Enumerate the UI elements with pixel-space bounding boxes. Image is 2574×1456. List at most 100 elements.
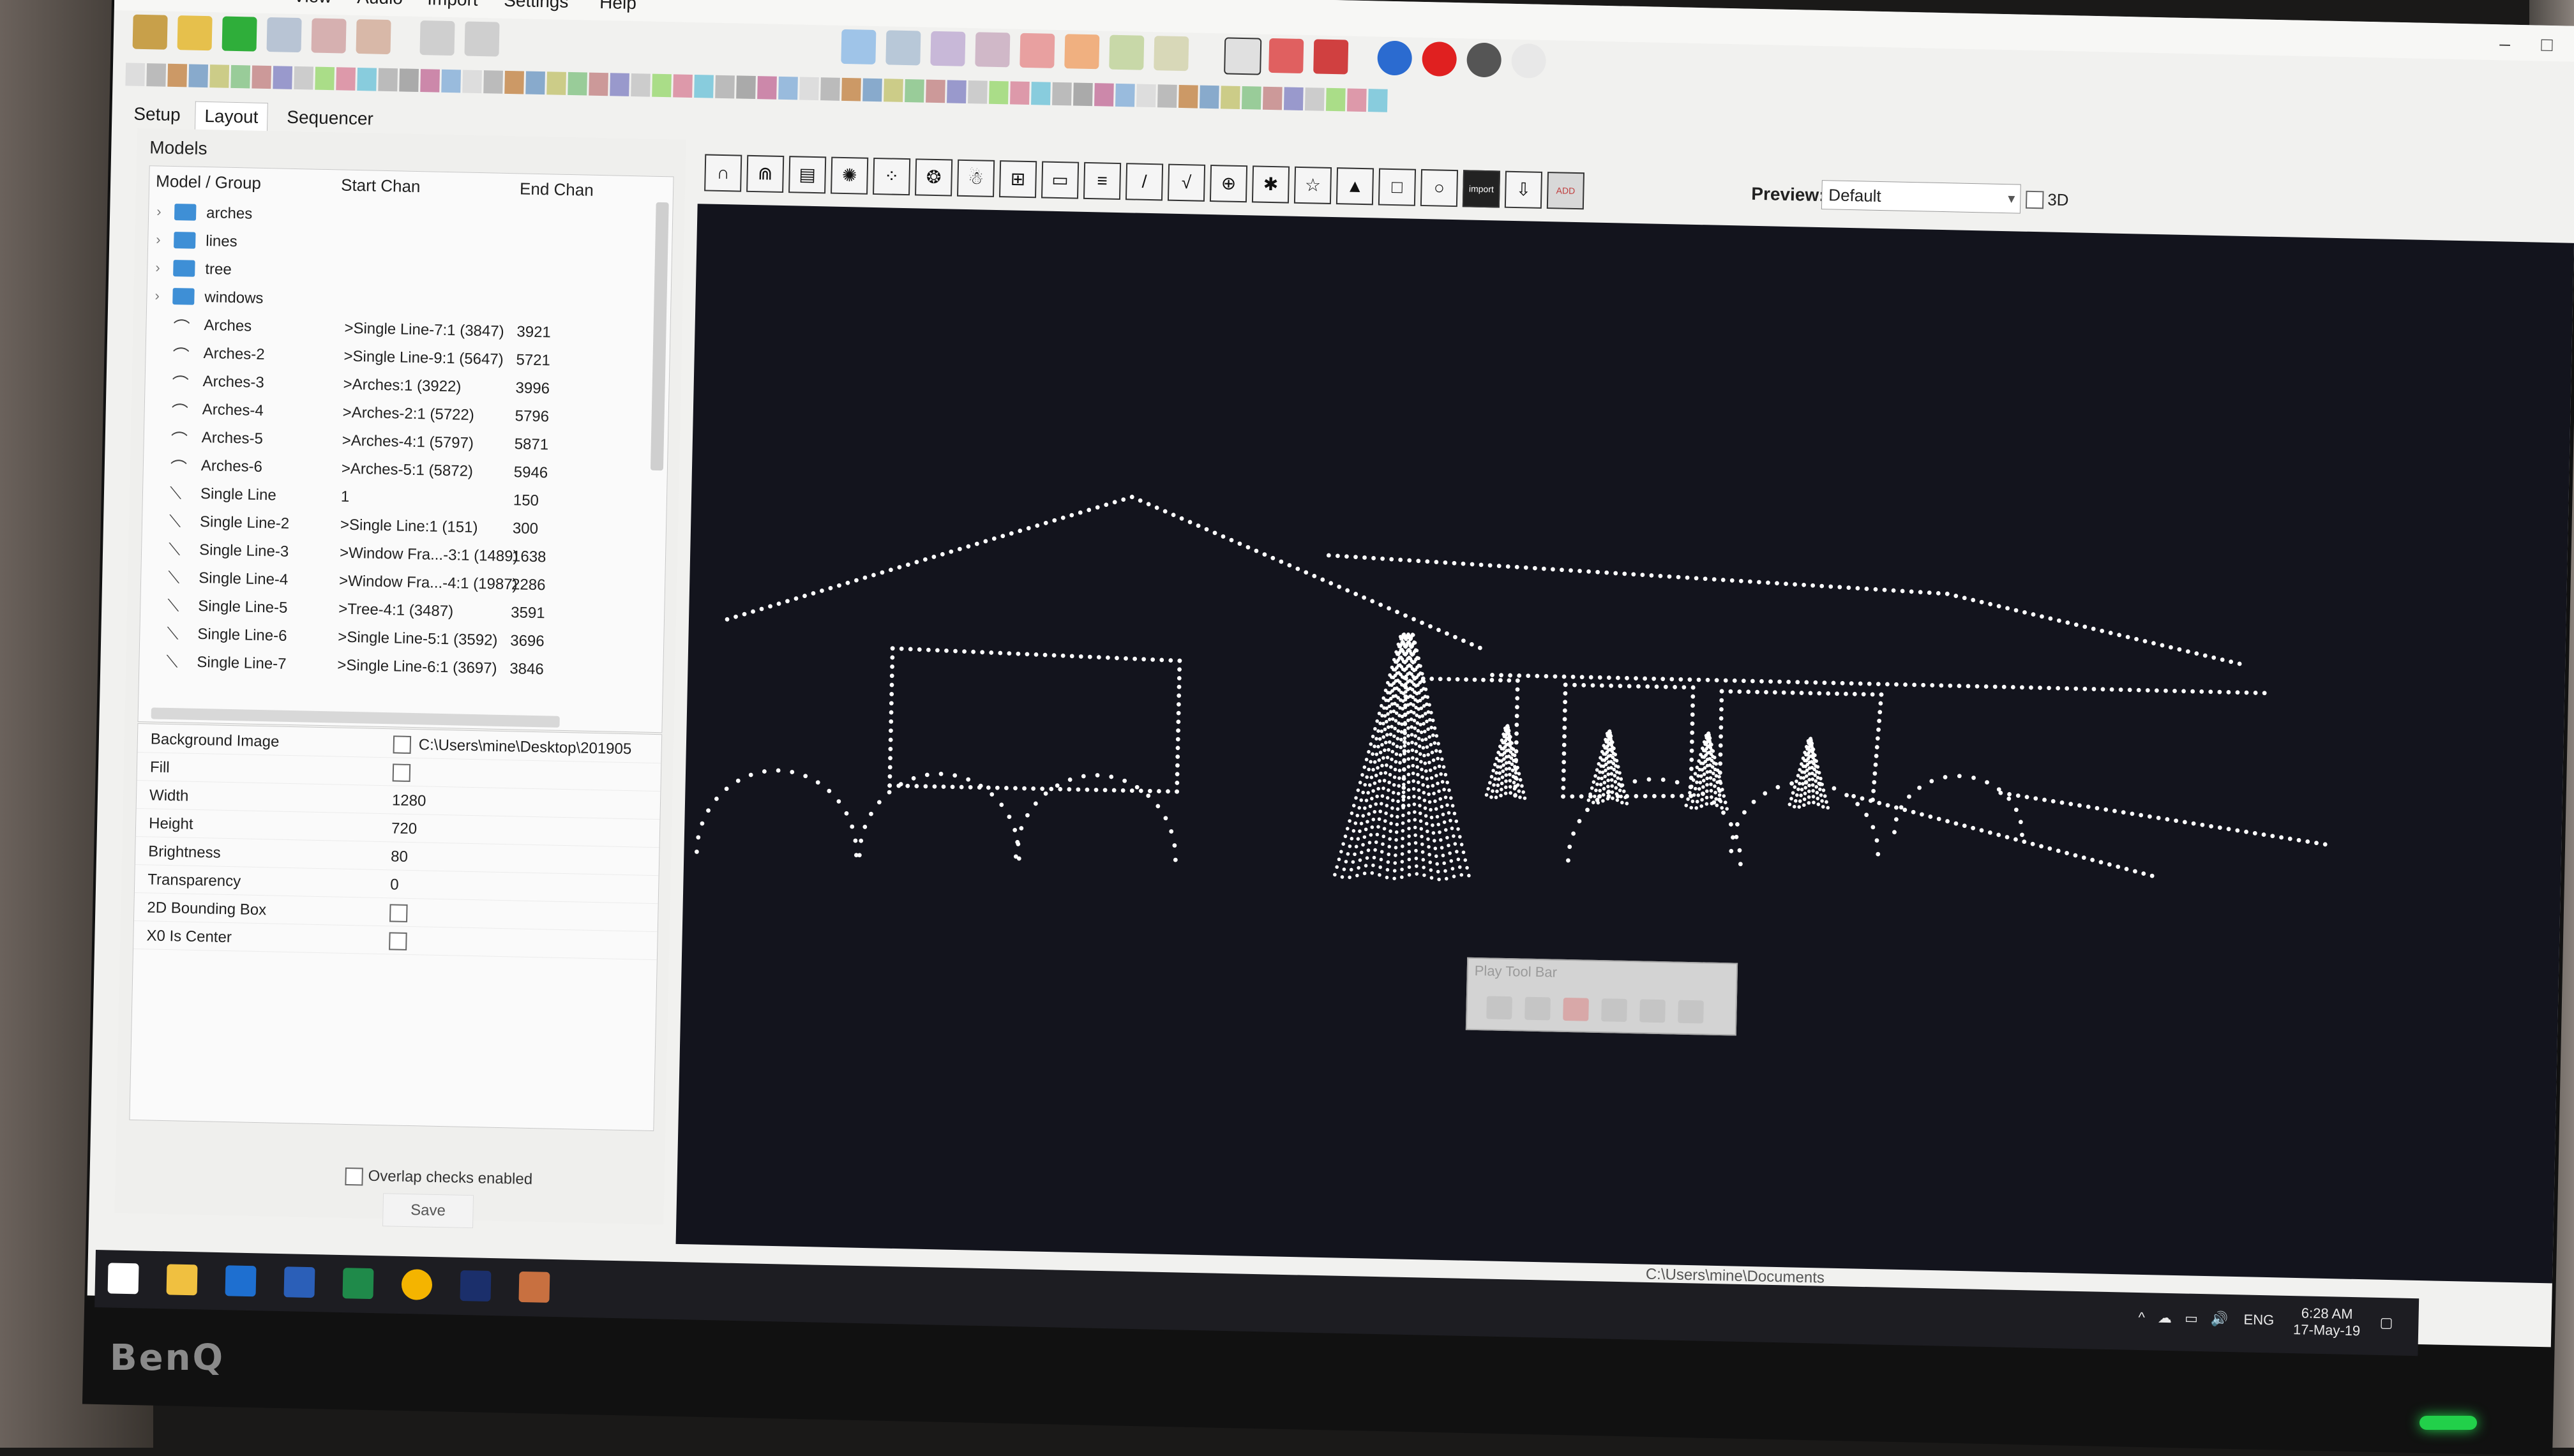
tab-sequencer[interactable]: Sequencer xyxy=(278,103,382,133)
sun-icon[interactable] xyxy=(1154,36,1189,71)
new-file-icon[interactable] xyxy=(177,15,213,51)
lock-icon[interactable] xyxy=(419,20,455,56)
effect-icon[interactable] xyxy=(462,70,482,94)
windows-start-icon[interactable] xyxy=(107,1263,139,1295)
model-tool-button[interactable]: √ xyxy=(1167,163,1206,202)
effect-icon[interactable] xyxy=(862,78,882,102)
model-tool-button[interactable]: ✺ xyxy=(831,156,869,195)
model-tool-button[interactable]: ✱ xyxy=(1251,165,1290,204)
effect-icon[interactable] xyxy=(273,66,293,89)
effect-icon[interactable] xyxy=(610,73,629,96)
model-tool-button[interactable]: / xyxy=(1125,163,1164,201)
tab-layout[interactable]: Layout xyxy=(194,101,268,132)
effect-icon[interactable] xyxy=(694,75,714,98)
replay-icon[interactable] xyxy=(1678,1000,1704,1024)
triangle-icon[interactable] xyxy=(1020,33,1055,68)
model-tool-button[interactable]: ▭ xyxy=(1041,161,1080,199)
effect-icon[interactable] xyxy=(1157,84,1177,108)
network-icon[interactable]: ▭ xyxy=(2185,1310,2198,1326)
effect-icon[interactable] xyxy=(820,77,840,101)
effect-icon[interactable] xyxy=(1283,87,1304,111)
effect-icon[interactable] xyxy=(1031,82,1051,105)
effect-icon[interactable] xyxy=(589,72,608,96)
model-tool-button[interactable]: ⊞ xyxy=(998,160,1037,199)
effect-icon[interactable] xyxy=(631,73,651,97)
effect-icon[interactable] xyxy=(736,75,756,100)
effect-icon[interactable] xyxy=(294,66,314,90)
tray-chevron-icon[interactable]: ^ xyxy=(2138,1309,2145,1325)
effect-icon[interactable] xyxy=(715,75,735,99)
fast-forward-icon[interactable] xyxy=(1639,999,1666,1023)
help-icon[interactable] xyxy=(1377,40,1413,76)
property-checkbox[interactable] xyxy=(392,763,411,782)
model-tool-button[interactable]: ○ xyxy=(1420,169,1459,207)
vertical-scrollbar[interactable] xyxy=(650,202,669,471)
model-tool-button[interactable]: ⊕ xyxy=(1209,165,1248,203)
effect-icon[interactable] xyxy=(568,71,587,96)
effect-icon[interactable] xyxy=(1010,81,1030,105)
effect-icon[interactable] xyxy=(799,77,819,101)
tray-language[interactable]: ENG xyxy=(2243,1311,2274,1328)
settings-gear-icon[interactable] xyxy=(841,29,877,64)
preview-select[interactable]: Default ▾ xyxy=(1821,180,2021,214)
file-explorer-icon[interactable] xyxy=(166,1264,198,1296)
effect-icon[interactable] xyxy=(1094,83,1114,107)
open-folder-icon[interactable] xyxy=(132,14,168,50)
effect-icon[interactable] xyxy=(378,68,398,92)
effect-icon[interactable] xyxy=(1241,86,1261,110)
expand-chevron-icon[interactable]: › xyxy=(156,231,161,248)
column-end-chan[interactable]: End Chan xyxy=(520,179,594,200)
minimize-button[interactable]: – xyxy=(2499,33,2510,54)
effect-icon[interactable] xyxy=(926,79,945,103)
volume-icon[interactable]: 🔊 xyxy=(2211,1310,2229,1327)
maximize-button[interactable]: □ xyxy=(2541,34,2553,56)
effect-icon[interactable] xyxy=(1325,87,1346,112)
pause-icon[interactable] xyxy=(1524,996,1551,1021)
layers-icon[interactable] xyxy=(930,31,966,66)
effect-icon[interactable] xyxy=(1220,86,1240,109)
model-tool-button[interactable]: ∩ xyxy=(704,154,742,192)
effect-icon[interactable] xyxy=(167,63,188,87)
property-checkbox[interactable] xyxy=(389,904,408,922)
stop-icon[interactable] xyxy=(1563,997,1589,1021)
expand-chevron-icon[interactable]: › xyxy=(155,259,160,276)
effect-icon[interactable] xyxy=(188,64,209,88)
effect-icon[interactable] xyxy=(757,76,777,100)
play-toolbar[interactable]: Play Tool Bar xyxy=(1465,957,1738,1036)
save-as-icon[interactable] xyxy=(311,18,347,54)
model-tool-button[interactable]: ⇩ xyxy=(1504,170,1543,209)
effect-icon[interactable] xyxy=(905,79,924,103)
model-tool-button[interactable]: ▲ xyxy=(1336,167,1374,206)
matrix-icon[interactable] xyxy=(885,30,921,66)
menu-help[interactable]: Help xyxy=(599,0,636,13)
effect-icon[interactable] xyxy=(546,71,566,95)
effect-icon[interactable] xyxy=(230,64,251,89)
column-model-group[interactable]: Model / Group xyxy=(156,171,261,193)
property-value[interactable]: 1280 xyxy=(392,792,426,810)
model-tool-button[interactable]: ⁘ xyxy=(873,157,911,196)
expand-chevron-icon[interactable]: › xyxy=(154,287,160,304)
clock[interactable]: 6:28 AM 17-May-19 xyxy=(2293,1305,2361,1339)
zoom-out-icon[interactable] xyxy=(1268,38,1304,74)
effect-icon[interactable] xyxy=(1262,86,1283,110)
effect-icon[interactable] xyxy=(1178,84,1198,109)
save-button[interactable]: Save xyxy=(382,1193,474,1229)
effect-icon[interactable] xyxy=(652,73,672,98)
effect-icon[interactable] xyxy=(1073,82,1093,107)
outlook-icon[interactable] xyxy=(225,1265,257,1297)
bulb-on-icon[interactable] xyxy=(1511,43,1547,79)
effect-icon[interactable] xyxy=(504,70,524,94)
effect-icon[interactable] xyxy=(146,63,167,87)
effect-icon[interactable] xyxy=(1115,83,1135,107)
effect-icon[interactable] xyxy=(357,67,377,91)
effect-icon[interactable] xyxy=(125,63,146,87)
effect-icon[interactable] xyxy=(1346,88,1367,112)
effect-icon[interactable] xyxy=(420,69,440,93)
effect-icon[interactable] xyxy=(947,80,967,103)
export-icon[interactable] xyxy=(1313,39,1349,75)
render-icon[interactable] xyxy=(356,19,391,55)
overlap-checks-row[interactable]: Overlap checks enabled xyxy=(345,1167,532,1189)
effect-icon[interactable] xyxy=(673,74,693,98)
photoshop-icon[interactable] xyxy=(460,1270,492,1302)
rewind-icon[interactable] xyxy=(1601,998,1627,1022)
